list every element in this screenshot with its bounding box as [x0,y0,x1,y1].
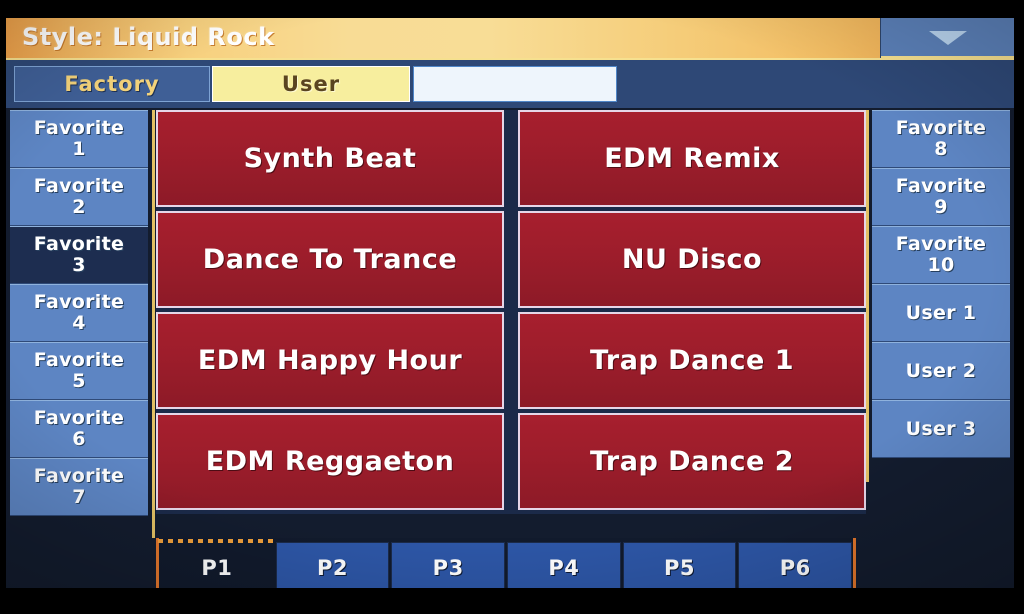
favorite-3-label-line1: Favorite [33,233,125,255]
page-tab-p6[interactable]: P6 [738,542,853,588]
page-title: Style: Liquid Rock [22,23,275,51]
active-page-marker [158,539,276,543]
sidebar-item-favorite-10[interactable]: Favorite 10 [872,226,1010,284]
style-button-label: EDM Reggaeton [205,446,455,477]
page-tab-p4-label: P4 [548,556,580,580]
page-tab-p3[interactable]: P3 [391,542,506,588]
sidebar-item-favorite-4[interactable]: Favorite 4 [10,284,148,342]
chevron-down-icon [928,31,967,45]
sidebar-item-favorite-8[interactable]: Favorite 8 [872,110,1010,168]
favorite-8-label-line1: Favorite [895,117,987,139]
favorite-10-label-line1: Favorite [895,233,987,255]
style-button-label: EDM Remix [604,143,780,174]
sidebar-item-user-2[interactable]: User 2 [872,342,1010,400]
style-button-edm-reggaeton[interactable]: EDM Reggaeton [156,413,504,510]
page-tab-p5[interactable]: P5 [622,542,737,588]
style-button-grid: Synth Beat EDM Remix Dance To Trance NU … [156,110,866,514]
page-tab-p1-label: P1 [201,556,233,580]
favorite-9-label-line2: 9 [934,196,948,218]
user-2-label: User 2 [905,359,977,382]
user-3-label: User 3 [905,417,977,440]
favorite-7-label-line1: Favorite [33,465,125,487]
favorite-4-label-line2: 4 [72,312,86,334]
lcd-screen: Style: Liquid Rock Factory User Favorite… [6,18,1014,588]
style-button-label: Trap Dance 2 [589,446,795,477]
style-button-label: EDM Happy Hour [197,345,463,376]
favorites-sidebar-right: Favorite 8 Favorite 9 Favorite 10 User 1… [872,110,1010,458]
sidebar-item-user-3[interactable]: User 3 [872,400,1010,458]
tab-user-label: User [281,72,341,96]
style-button-edm-happy-hour[interactable]: EDM Happy Hour [156,312,504,409]
favorite-10-label-line2: 10 [927,254,955,276]
style-row: EDM Reggaeton Trap Dance 2 [156,413,866,510]
favorite-5-label-line2: 5 [72,370,86,392]
user-1-label: User 1 [905,301,977,324]
sidebar-item-favorite-5[interactable]: Favorite 5 [10,342,148,400]
style-button-nu-disco[interactable]: NU Disco [518,211,866,308]
favorite-4-label-line1: Favorite [33,291,125,313]
favorite-9-label-line1: Favorite [895,175,987,197]
page-tab-p2-label: P2 [317,556,349,580]
style-button-label: Trap Dance 1 [589,345,795,376]
page-tab-p2[interactable]: P2 [275,542,390,588]
style-row: Synth Beat EDM Remix [156,110,866,207]
device-bezel: Style: Liquid Rock Factory User Favorite… [0,0,1024,614]
favorite-7-label-line2: 7 [72,486,86,508]
sidebar-item-user-1[interactable]: User 1 [872,284,1010,342]
favorite-5-label-line1: Favorite [33,349,125,371]
sidebar-item-favorite-1[interactable]: Favorite 1 [10,110,148,168]
tab-factory-label: Factory [64,72,160,96]
sidebar-item-favorite-6[interactable]: Favorite 6 [10,400,148,458]
favorites-sidebar-left: Favorite 1 Favorite 2 Favorite 3 Favorit… [10,110,148,516]
title-bar: Style: Liquid Rock [6,18,1014,60]
source-tab-bar: Factory User [6,60,1014,108]
tab-empty[interactable] [413,66,617,102]
page-tab-p5-label: P5 [664,556,696,580]
style-dropdown-button[interactable] [880,18,1014,58]
style-button-trap-dance-2[interactable]: Trap Dance 2 [518,413,866,510]
sidebar-item-favorite-7[interactable]: Favorite 7 [10,458,148,516]
style-button-edm-remix[interactable]: EDM Remix [518,110,866,207]
style-button-dance-to-trance[interactable]: Dance To Trance [156,211,504,308]
style-button-label: Synth Beat [243,143,417,174]
page-tab-p3-label: P3 [432,556,464,580]
tab-user[interactable]: User [212,66,410,102]
favorite-1-label-line1: Favorite [33,117,125,139]
style-row: Dance To Trance NU Disco [156,211,866,308]
page-tab-p4[interactable]: P4 [507,542,621,588]
favorite-6-label-line1: Favorite [33,407,125,429]
sidebar-item-favorite-9[interactable]: Favorite 9 [872,168,1010,226]
page-tab-bar: P1 P2 P3 P4 P5 P6 [156,538,856,588]
favorite-1-label-line2: 1 [72,138,86,160]
page-tab-p1[interactable]: P1 [160,542,274,588]
sidebar-item-favorite-3[interactable]: Favorite 3 [10,226,148,284]
sidebar-item-favorite-2[interactable]: Favorite 2 [10,168,148,226]
style-row: EDM Happy Hour Trap Dance 1 [156,312,866,409]
favorite-6-label-line2: 6 [72,428,86,450]
panel-divider-right [866,110,869,482]
panel-divider-left [152,110,155,538]
style-button-synth-beat[interactable]: Synth Beat [156,110,504,207]
favorite-2-label-line2: 2 [72,196,86,218]
style-button-label: NU Disco [621,244,763,275]
favorite-3-label-line2: 3 [72,254,86,276]
page-tab-p6-label: P6 [779,556,811,580]
favorite-8-label-line2: 8 [934,138,948,160]
favorite-2-label-line1: Favorite [33,175,125,197]
tab-factory[interactable]: Factory [14,66,210,102]
style-button-trap-dance-1[interactable]: Trap Dance 1 [518,312,866,409]
style-button-label: Dance To Trance [202,244,458,275]
